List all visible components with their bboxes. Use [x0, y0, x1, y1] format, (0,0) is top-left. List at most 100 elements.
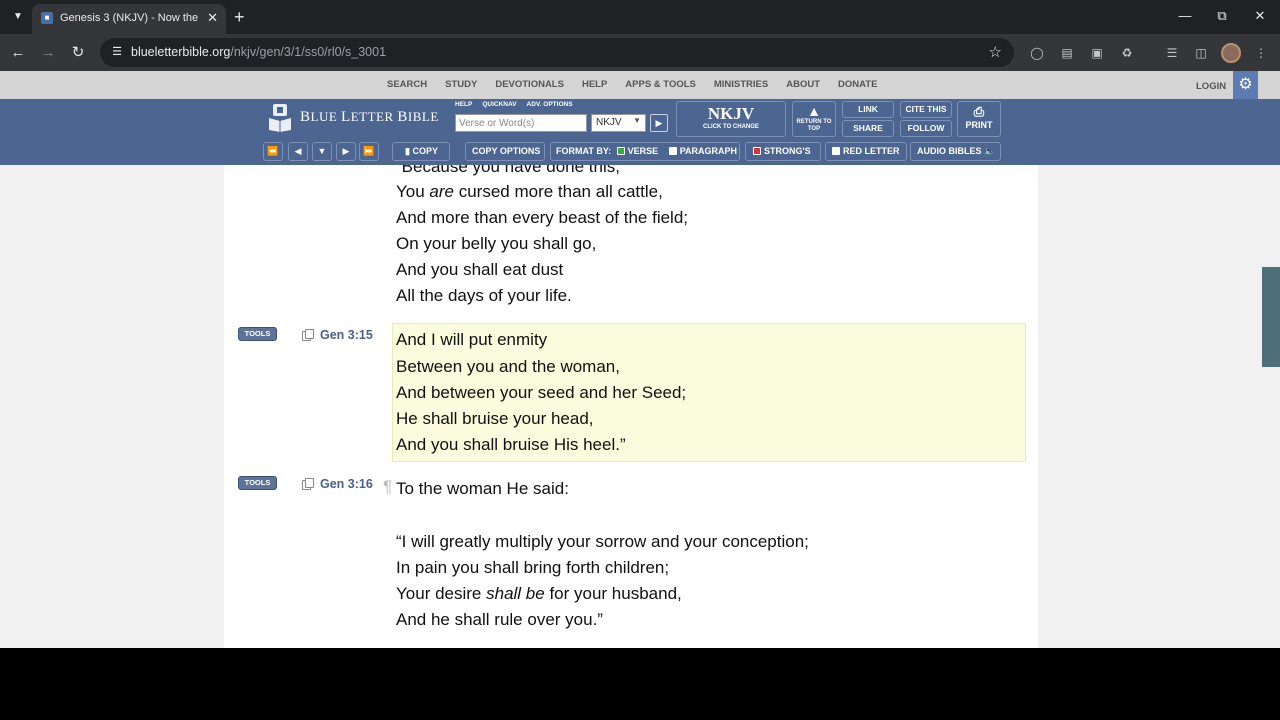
- restore-icon[interactable]: ⧉: [1207, 6, 1237, 26]
- tab-close-icon[interactable]: ✕: [207, 10, 218, 26]
- new-tab-icon[interactable]: +: [234, 7, 245, 27]
- copy-button[interactable]: ▮ COPY: [392, 142, 450, 161]
- header-mini-links: HELP QUICKNAV ADV. OPTIONS: [455, 101, 573, 108]
- nav-devotionals[interactable]: DEVOTIONALS: [486, 71, 573, 99]
- browser-tab[interactable]: ■ Genesis 3 (NKJV) - Now the serpent ✕: [32, 4, 226, 34]
- logo-rest-3: IBLE: [407, 109, 439, 124]
- media-queue-icon[interactable]: ☰: [1163, 44, 1181, 62]
- blb-logo-icon[interactable]: [268, 104, 292, 132]
- nav-study[interactable]: STUDY: [436, 71, 486, 99]
- red-letter-checkbox[interactable]: [832, 147, 840, 155]
- bookmark-star-icon[interactable]: ☆: [989, 43, 1002, 61]
- tools-button-v15[interactable]: TOOLS: [238, 327, 277, 341]
- version-change-hint: CLICK TO CHANGE: [703, 124, 759, 130]
- extension-folder-icon[interactable]: ▤: [1058, 44, 1076, 62]
- strongs-checkbox[interactable]: [753, 147, 761, 155]
- v15-line-4: He shall bruise your head,: [396, 409, 594, 428]
- tab-search-chevron-icon[interactable]: ▼: [8, 7, 28, 27]
- v14-line-2-pre: You: [396, 182, 430, 201]
- print-button[interactable]: ⎙ PRINT: [957, 101, 1001, 137]
- v14-line-2: You are cursed more than all cattle,: [396, 182, 663, 202]
- prev-chapter-icon[interactable]: ◀: [288, 142, 308, 161]
- up-arrow-icon: ▲: [807, 103, 821, 119]
- v16-intro: To the woman He said:: [396, 479, 569, 498]
- v14-line-2-em: are: [429, 182, 454, 201]
- page-scrollbar[interactable]: [1262, 165, 1280, 648]
- version-select[interactable]: NKJV ▼: [591, 114, 646, 132]
- share-button[interactable]: SHARE: [842, 120, 894, 137]
- extensions-puzzle-icon[interactable]: ♻: [1118, 44, 1136, 62]
- reload-icon[interactable]: ↻: [68, 43, 88, 63]
- scrollbar-thumb[interactable]: [1262, 267, 1280, 367]
- search-go-button[interactable]: ▶: [650, 114, 668, 132]
- v14-line-2-post: cursed more than all cattle,: [454, 182, 663, 201]
- next-chapter-icon[interactable]: ▶: [336, 142, 356, 161]
- v15-line-2: Between you and the woman,: [396, 357, 620, 376]
- copy-verse-icon[interactable]: [302, 329, 314, 341]
- chapter-list-icon[interactable]: ▼: [312, 142, 332, 161]
- red-letter-label: RED LETTER: [843, 146, 900, 156]
- select-caret-icon: ▼: [633, 116, 641, 125]
- verse-search-input[interactable]: [455, 114, 587, 132]
- tools-button-v16[interactable]: TOOLS: [238, 476, 277, 490]
- nav-ministries[interactable]: MINISTRIES: [705, 71, 777, 99]
- logo-letter-3: B: [397, 109, 408, 125]
- extension-box-icon[interactable]: ▣: [1088, 44, 1106, 62]
- copy-options-button[interactable]: COPY OPTIONS: [465, 142, 545, 161]
- nav-about[interactable]: ABOUT: [777, 71, 829, 99]
- paragraph-label[interactable]: PARAGRAPH: [680, 146, 737, 156]
- v15-line-5: And you shall bruise His heel.”: [396, 435, 626, 454]
- return-to-top-label: RETURN TO TOP: [796, 119, 832, 132]
- printer-icon: ⎙: [973, 104, 985, 119]
- version-change-button[interactable]: NKJV CLICK TO CHANGE: [676, 101, 786, 137]
- v16-line-2: In pain you shall bring forth children;: [396, 558, 670, 577]
- cite-this-button[interactable]: CITE THIS: [900, 101, 952, 118]
- first-chapter-icon[interactable]: ⏪: [263, 142, 283, 161]
- nav-donate[interactable]: DONATE: [829, 71, 886, 99]
- minimize-icon[interactable]: —: [1170, 6, 1200, 26]
- site-info-icon[interactable]: ☰: [110, 45, 124, 59]
- extension-circle-icon[interactable]: ◯: [1028, 44, 1046, 62]
- tab-title: Genesis 3 (NKJV) - Now the serpent: [60, 12, 200, 24]
- url-host: blueletterbible.org: [131, 45, 231, 59]
- url-path: /nkjv/gen/3/1/ss0/rl0/s_3001: [230, 45, 387, 59]
- verse-label[interactable]: VERSE: [628, 146, 659, 156]
- paragraph-checkbox[interactable]: [668, 147, 677, 155]
- blb-logo-text[interactable]: BLUE LETTER BIBLE: [300, 109, 439, 126]
- quicknav-link[interactable]: QUICKNAV: [482, 101, 516, 108]
- browser-tab-bar: ▼ ■ Genesis 3 (NKJV) - Now the serpent ✕…: [0, 0, 1280, 34]
- copy-label: COPY: [412, 146, 438, 156]
- version-big-label: NKJV: [707, 104, 755, 123]
- red-letter-toggle[interactable]: RED LETTER: [825, 142, 907, 161]
- window-close-icon[interactable]: ✕: [1245, 6, 1275, 26]
- audio-bibles-button[interactable]: AUDIO BIBLES 🔈: [910, 142, 1001, 161]
- v16-line-1: “I will greatly multiply your sorrow and…: [396, 532, 809, 551]
- strongs-toggle[interactable]: STRONG'S: [745, 142, 821, 161]
- side-panel-icon[interactable]: ◫: [1192, 44, 1210, 62]
- nav-search[interactable]: SEARCH: [378, 71, 436, 99]
- last-chapter-icon[interactable]: ⏩: [359, 142, 379, 161]
- verse-checkbox[interactable]: [616, 147, 625, 155]
- return-to-top-button[interactable]: ▲ RETURN TO TOP: [792, 101, 836, 137]
- paragraph-mark-icon: ¶: [383, 477, 393, 496]
- speaker-icon: 🔈: [984, 146, 996, 156]
- address-bar[interactable]: ☰ blueletterbible.org/nkjv/gen/3/1/ss0/r…: [100, 38, 1014, 67]
- strongs-label: STRONG'S: [764, 146, 811, 156]
- copy-verse-icon[interactable]: [302, 478, 314, 490]
- help-link[interactable]: HELP: [455, 101, 472, 108]
- verse-ref-v16[interactable]: Gen 3:16: [320, 477, 373, 491]
- v16-line-3: Your desire shall be for your husband,: [396, 584, 682, 604]
- verse-ref-v15[interactable]: Gen 3:15: [320, 328, 373, 342]
- adv-options-link[interactable]: ADV. OPTIONS: [527, 101, 573, 108]
- profile-avatar[interactable]: [1221, 43, 1241, 63]
- format-by-label: FORMAT BY:: [556, 146, 612, 156]
- nav-help[interactable]: HELP: [573, 71, 616, 99]
- blb-favicon-icon: ■: [41, 12, 53, 24]
- forward-arrow-icon[interactable]: →: [38, 43, 58, 63]
- settings-gear-icon[interactable]: ⚙: [1233, 71, 1258, 99]
- nav-apps-tools[interactable]: APPS & TOOLS: [616, 71, 705, 99]
- follow-button[interactable]: FOLLOW: [900, 120, 952, 137]
- link-button[interactable]: LINK: [842, 101, 894, 118]
- chrome-menu-icon[interactable]: ⋮: [1252, 44, 1270, 62]
- back-arrow-icon[interactable]: ←: [8, 43, 28, 63]
